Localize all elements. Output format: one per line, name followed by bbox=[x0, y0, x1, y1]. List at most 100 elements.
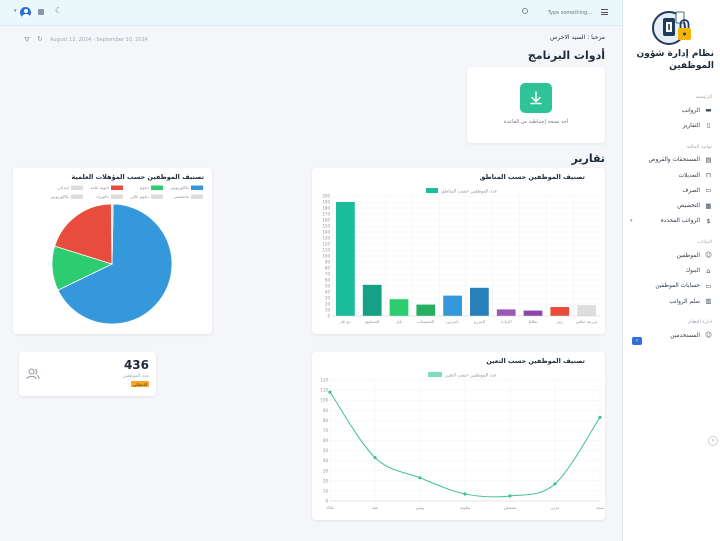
sidebar-item-allocation[interactable]: ▦ التخصيص bbox=[623, 198, 720, 213]
sidebar-item-label: الموظفين bbox=[676, 252, 700, 259]
data-point bbox=[373, 456, 377, 460]
download-icon bbox=[530, 91, 542, 105]
users-icon: ☺ bbox=[705, 251, 712, 260]
chevron-down-icon[interactable]: ▾ bbox=[630, 218, 633, 224]
bar bbox=[523, 310, 543, 316]
qualifications-chart-title: تصنيف الموظفين حسب المؤهلات العلمية bbox=[71, 173, 204, 181]
legend-swatch bbox=[151, 194, 163, 199]
search-input[interactable] bbox=[540, 7, 592, 19]
sidebar-item-label: التخصيص bbox=[677, 203, 700, 210]
legend-label: دبلوم bbox=[140, 185, 149, 190]
data-point bbox=[553, 482, 557, 486]
data-point bbox=[598, 415, 602, 419]
sidebar-item-reports[interactable]: ▯ التقارير bbox=[623, 118, 720, 133]
welcome-text: مرحبا : السيد الاخرس bbox=[550, 34, 605, 41]
legend-label: دكتوراه bbox=[96, 194, 109, 199]
sidebar-item-label: التعديلات bbox=[678, 172, 701, 179]
y-tick-label: 80 bbox=[323, 418, 329, 423]
tools-heading: أدوات البرنامج bbox=[527, 49, 605, 62]
sidebar-item-label: الرواتب المحددة bbox=[660, 218, 700, 225]
legend-label: ابتدائي bbox=[57, 185, 69, 190]
sidebar-item-label: سلم الرواتب bbox=[669, 298, 700, 305]
x-tick-label: ملاك bbox=[326, 505, 334, 510]
bar bbox=[443, 295, 462, 316]
chart-icon: ▥ bbox=[705, 297, 712, 306]
right-edge-toggle-button[interactable]: › bbox=[708, 436, 718, 446]
legend-label: عدد الموظفين حسب المناطق bbox=[441, 190, 497, 195]
legend-swatch bbox=[71, 185, 83, 190]
legend-swatch bbox=[111, 194, 123, 199]
y-tick-label: 130 bbox=[322, 236, 330, 241]
user-avatar[interactable] bbox=[20, 7, 31, 18]
sidebar-item-dues-loans[interactable]: ▤ المستحقات والقروض bbox=[623, 153, 720, 168]
sidebar-item-label: حسابات الموظفين bbox=[655, 283, 700, 290]
sidebar-item-label: المستخدمين bbox=[670, 332, 700, 339]
date-range[interactable]: August 12, 2024 - September 10, 2024 bbox=[50, 37, 148, 43]
backup-download-button[interactable] bbox=[520, 83, 552, 113]
x-tick-label: الحسينيات bbox=[417, 319, 434, 324]
y-tick-label: 40 bbox=[325, 290, 331, 295]
employees-stat-card: 436 عدد الموظفين الاجمالي bbox=[19, 352, 156, 396]
document-icon: ▯ bbox=[706, 121, 711, 130]
legend-swatch bbox=[428, 372, 442, 377]
x-tick-label: مياومة bbox=[460, 505, 471, 510]
backup-label: أخذ نسخة إحتياطية من القاعدة bbox=[503, 119, 569, 125]
sidebar-section-data: البيانات bbox=[697, 240, 712, 246]
legend-label: دبلوم عالي bbox=[130, 194, 149, 199]
appointment-line-chart: عدد الموظفين حسب التعين 0 10 20 30 40 50 60 70 80… bbox=[320, 372, 604, 510]
sidebar-item-fixed-salaries[interactable]: $ الرواتب المحددة ▾ bbox=[623, 214, 720, 229]
sidebar-section-main: الرئيسية bbox=[695, 95, 712, 100]
y-tick-label: 120 bbox=[320, 378, 328, 383]
qualifications-chart-card: تصنيف الموظفين حسب المؤهلات العلمية بكال… bbox=[13, 168, 212, 334]
y-tick-label: 100 bbox=[320, 398, 328, 403]
legend-label: بكالوريوس bbox=[50, 194, 69, 199]
x-tick-label: مزرعة صافي bbox=[576, 319, 598, 324]
sidebar-item-disbursement[interactable]: ▭ الصرف bbox=[623, 183, 720, 198]
y-tick-label: 160 bbox=[322, 218, 330, 223]
sidebar-item-salaries[interactable]: ▬ الرواتب bbox=[623, 103, 720, 118]
y-tick-label: 30 bbox=[323, 468, 329, 473]
legend-swatch bbox=[111, 185, 123, 190]
sidebar-item-employee-accounts[interactable]: ▭ حسابات الموظفين bbox=[623, 279, 720, 294]
data-point bbox=[508, 494, 512, 498]
sidebar-item-label: الرواتب bbox=[681, 107, 700, 114]
sidebar-item-banks[interactable]: ⌂ البنوك bbox=[623, 263, 720, 278]
sidebar-item-label: التقارير bbox=[682, 122, 700, 129]
y-tick-label: 30 bbox=[325, 296, 331, 301]
search-icon[interactable] bbox=[522, 8, 528, 14]
ledger-icon: ▤ bbox=[705, 155, 712, 164]
filter-icon[interactable]: ⛛ bbox=[24, 36, 30, 45]
legend-label: ثانوية عامة bbox=[90, 185, 110, 190]
legend-swatch bbox=[71, 194, 83, 199]
sidebar-collapse-button[interactable]: ‹ bbox=[632, 337, 642, 345]
x-tick-label: جزئي bbox=[550, 505, 560, 510]
y-tick-label: 120 bbox=[322, 242, 330, 247]
sidebar-item-adjustments[interactable]: ⊓ التعديلات bbox=[623, 168, 720, 183]
app-logo bbox=[652, 11, 691, 45]
bar bbox=[496, 309, 516, 316]
search-bar[interactable] bbox=[500, 0, 616, 26]
user-menu-chevron-icon[interactable]: ▾ bbox=[14, 8, 17, 14]
data-point bbox=[418, 476, 422, 480]
app-title: نظام إدارة شؤون الموظفين bbox=[636, 49, 714, 71]
legend-swatch bbox=[191, 185, 203, 190]
sidebar-item-salary-scale[interactable]: ▥ سلم الرواتب bbox=[623, 294, 720, 309]
data-point bbox=[463, 492, 467, 496]
legend-label: عدد الموظفين حسب التعين bbox=[445, 374, 497, 379]
y-tick-label: 10 bbox=[325, 308, 331, 313]
x-tick-label: تشغيلي bbox=[504, 505, 516, 510]
employees-count-label: عدد الموظفين bbox=[122, 374, 149, 379]
legend-swatch bbox=[426, 188, 438, 193]
regions-chart-title: تصنيف الموظفين حسب المناطق bbox=[479, 173, 585, 181]
x-tick-label: المزرع bbox=[474, 319, 485, 324]
grid-menu-icon[interactable] bbox=[38, 9, 44, 15]
y-tick-label: 100 bbox=[322, 254, 330, 259]
dark-mode-moon-icon[interactable]: ☾ bbox=[55, 6, 62, 15]
y-tick-label: 70 bbox=[325, 272, 331, 277]
refresh-icon[interactable]: ↻ bbox=[37, 35, 43, 43]
bar bbox=[389, 299, 409, 316]
x-tick-label: نطاط bbox=[528, 319, 537, 324]
sidebar-item-employees[interactable]: ☺ الموظفين bbox=[623, 248, 720, 263]
calculator-icon: ▦ bbox=[705, 201, 712, 210]
y-tick-label: 0 bbox=[327, 314, 330, 319]
